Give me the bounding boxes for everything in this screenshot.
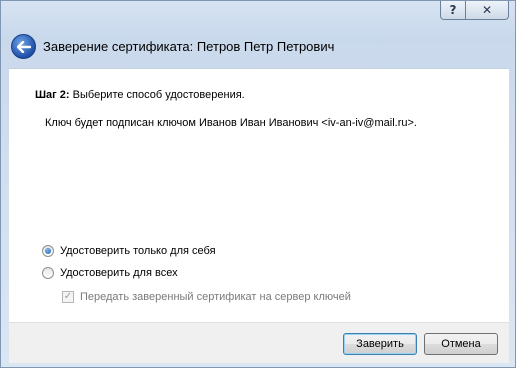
caption-buttons: ? ✕ xyxy=(440,1,509,21)
close-icon: ✕ xyxy=(481,3,493,17)
certify-button[interactable]: Заверить xyxy=(343,333,417,355)
radio-self-only[interactable]: Удостоверить только для себя xyxy=(42,245,216,257)
cancel-button[interactable]: Отмена xyxy=(424,333,498,355)
radio-for-all-label: Удостоверить для всех xyxy=(60,267,178,279)
window-title: Заверение сертификата: Петров Петр Петро… xyxy=(43,39,335,54)
checkbox-checked-disabled[interactable]: ✓ xyxy=(62,291,74,303)
signing-key-info: Ключ будет подписан ключом Иванов Иван И… xyxy=(45,117,417,129)
content-panel: Шаг 2: Выберите способ удостоверения. Кл… xyxy=(9,68,509,323)
step-text: Выберите способ удостоверения. xyxy=(72,89,245,101)
button-bar: Заверить Отмена xyxy=(9,322,509,363)
step-instruction: Шаг 2: Выберите способ удостоверения. xyxy=(35,89,245,101)
checkmark-icon: ✓ xyxy=(63,291,73,302)
radio-self-only-label: Удостоверить только для себя xyxy=(60,245,216,257)
radio-button-unselected[interactable] xyxy=(42,267,54,279)
radio-for-all[interactable]: Удостоверить для всех xyxy=(42,267,178,279)
back-arrow-icon xyxy=(16,40,31,53)
help-button[interactable]: ? xyxy=(440,1,466,20)
radio-button-selected[interactable] xyxy=(42,245,54,257)
checkbox-send-to-server[interactable]: ✓ Передать заверенный сертификат на серв… xyxy=(62,291,351,303)
radio-dot-icon xyxy=(45,248,51,254)
back-button[interactable] xyxy=(11,34,36,59)
dialog-window: ? ✕ Заверение сертификата: Петров Петр П… xyxy=(0,0,516,368)
close-button[interactable]: ✕ xyxy=(466,1,509,20)
help-icon: ? xyxy=(449,3,457,17)
checkbox-send-to-server-label: Передать заверенный сертификат на сервер… xyxy=(80,291,351,303)
step-label: Шаг 2: xyxy=(35,89,70,101)
